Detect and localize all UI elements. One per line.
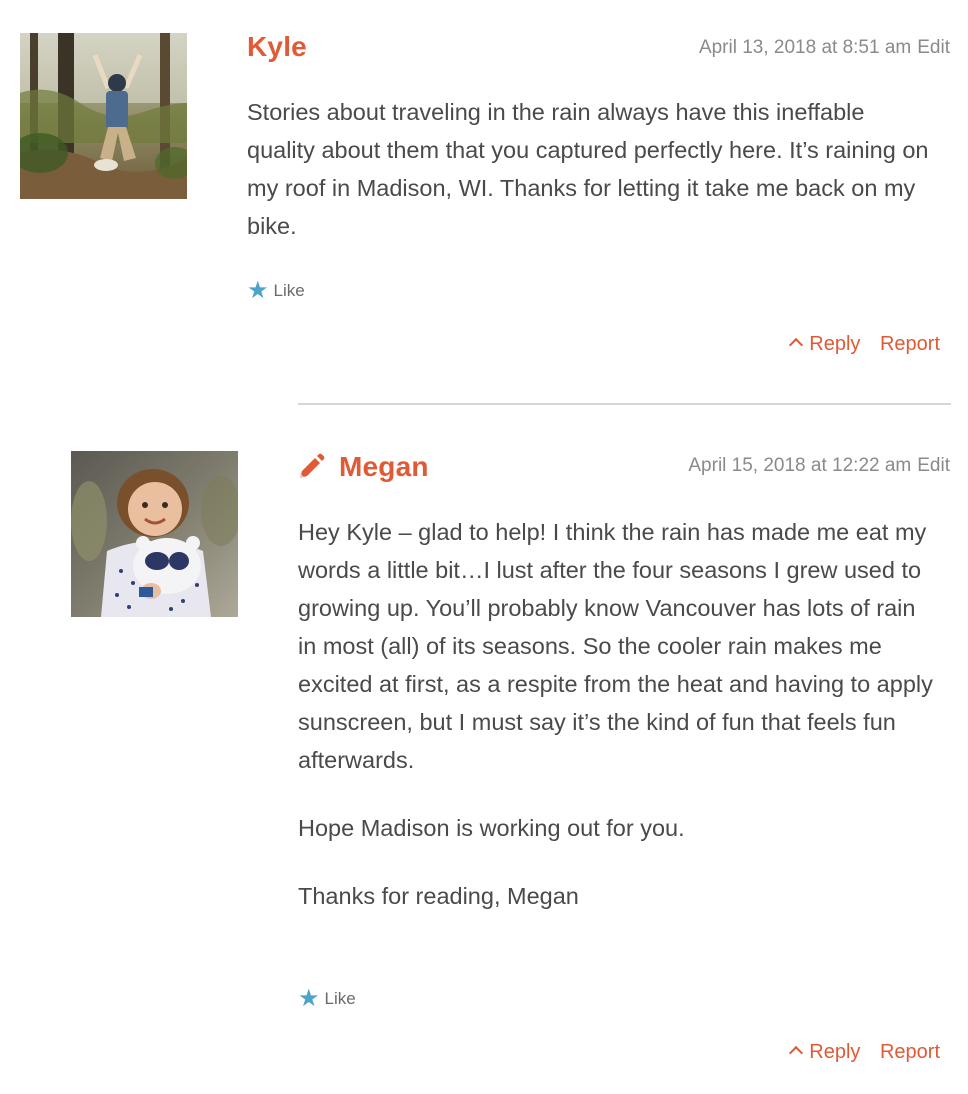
like-button[interactable]: ★ Like xyxy=(247,277,305,304)
comment-paragraph: Thanks for reading, Megan xyxy=(298,883,579,909)
user-photo-jumping xyxy=(20,33,187,199)
comment-date[interactable]: April 13, 2018 at 8:51 am xyxy=(699,37,911,58)
reply-button[interactable]: Reply xyxy=(789,1041,866,1063)
report-link[interactable]: Report xyxy=(880,1041,940,1063)
comment-actions: Reply Report xyxy=(789,332,940,356)
chevron-up-icon xyxy=(789,337,804,353)
edit-link[interactable]: Edit xyxy=(917,37,950,58)
comment-paragraph: Hope Madison is working out for you. xyxy=(298,815,685,841)
comment-date[interactable]: April 15, 2018 at 12:22 am xyxy=(688,455,911,476)
comment-paragraph: Hey Kyle – glad to help! I think the rai… xyxy=(298,519,933,773)
comment-actions: Reply Report xyxy=(789,1040,940,1064)
star-icon: ★ xyxy=(298,985,320,1012)
star-icon: ★ xyxy=(247,277,269,304)
comment-body: Stories about traveling in the rain alwa… xyxy=(247,93,937,245)
avatar[interactable] xyxy=(20,33,187,199)
like-label: Like xyxy=(273,281,305,300)
pencil-icon xyxy=(300,453,325,478)
chevron-up-icon xyxy=(789,1045,804,1061)
comment-megan: Megan April 15, 2018 at 12:22 am Edit Hey… xyxy=(0,420,968,1094)
edit-link[interactable]: Edit xyxy=(917,455,950,476)
comment-kyle: Kyle April 13, 2018 at 8:51 am Edit Stori… xyxy=(0,0,968,380)
avatar[interactable] xyxy=(71,451,238,617)
thread-divider xyxy=(298,403,951,405)
comment-meta: April 13, 2018 at 8:51 am Edit xyxy=(699,36,950,60)
user-photo-child xyxy=(71,451,238,617)
like-label: Like xyxy=(324,989,356,1008)
comment-author[interactable]: Megan xyxy=(339,450,429,484)
like-button[interactable]: ★ Like xyxy=(298,985,356,1012)
comment-body: Hey Kyle – glad to help! I think the rai… xyxy=(298,513,938,915)
comment-meta: April 15, 2018 at 12:22 am Edit xyxy=(688,454,950,478)
comment-paragraph: Stories about traveling in the rain alwa… xyxy=(247,99,929,239)
reply-label: Reply xyxy=(809,1041,861,1063)
reply-label: Reply xyxy=(809,333,861,355)
reply-button[interactable]: Reply xyxy=(789,333,866,355)
comment-author[interactable]: Kyle xyxy=(247,30,307,64)
report-link[interactable]: Report xyxy=(880,333,940,355)
